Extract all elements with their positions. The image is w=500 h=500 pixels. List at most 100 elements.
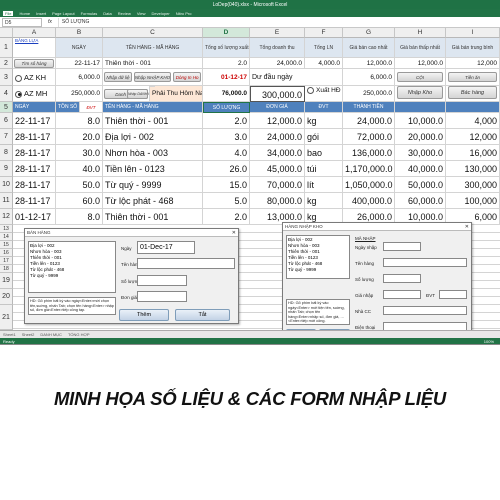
so-luong-input[interactable] <box>383 274 421 283</box>
bac-hang-button[interactable]: Bác hàng <box>448 86 497 99</box>
table-cell-b[interactable]: 8.0 <box>56 209 103 225</box>
link-bang-lua[interactable]: BẢNG LỰA <box>13 38 56 58</box>
table-cell-f[interactable]: lít <box>305 177 343 193</box>
table-cell-a[interactable]: 28-11-17 <box>13 145 56 161</box>
table-cell-b[interactable]: 30.0 <box>56 145 103 161</box>
table-cell-a[interactable]: 22-11-17 <box>13 113 56 129</box>
column-header-f[interactable]: F <box>305 28 343 38</box>
table-cell-b[interactable]: 60.0 <box>56 193 103 209</box>
table-cell-e[interactable]: 45,000.0 <box>250 161 305 177</box>
row-header[interactable]: 7 <box>0 129 13 145</box>
nhap-du-lieu-button[interactable]: Nhập dữ liệ <box>104 72 132 82</box>
ribbon-tab-developer[interactable]: Developer <box>151 11 169 16</box>
ribbon-tab-view[interactable]: View <box>137 11 146 16</box>
list-item[interactable]: Từ quý - 9999 <box>30 273 114 279</box>
column-header-i[interactable]: I <box>446 28 500 38</box>
table-cell-i[interactable]: 12,000 <box>446 129 500 145</box>
table-cell-h[interactable]: 60,000.0 <box>395 193 446 209</box>
coi-button[interactable]: CỘI <box>397 72 443 82</box>
row-header[interactable]: 12 <box>0 209 13 225</box>
sheet-tab[interactable]: TỔNG HỢP <box>68 332 90 337</box>
table-cell-c[interactable]: Địa lợi - 002 <box>103 129 203 145</box>
row-header[interactable]: 2 <box>0 58 13 69</box>
ribbon-tab-nitro[interactable]: Nitro Pro <box>176 11 192 16</box>
table-cell-a[interactable]: 01-12-17 <box>13 209 56 225</box>
table-cell-i[interactable]: 130,000 <box>446 161 500 177</box>
gia-nhap-input[interactable] <box>383 290 421 299</box>
table-cell-d[interactable]: 2.0 <box>203 113 250 129</box>
table-cell-b[interactable]: 50.0 <box>56 177 103 193</box>
row-header[interactable]: 3 <box>0 69 13 86</box>
radio-az-mh[interactable]: AZ MH <box>13 86 56 102</box>
table-cell-d[interactable]: 2.0 <box>203 209 250 225</box>
table-cell-d[interactable]: 4.0 <box>203 145 250 161</box>
table-cell-i[interactable]: 16,000 <box>446 145 500 161</box>
tim-so-hang-button[interactable]: Tìm số hàng <box>14 59 54 68</box>
table-cell-b[interactable]: 8.0 <box>56 113 103 129</box>
table-cell-g[interactable]: 1,170,000.0 <box>343 161 395 177</box>
ribbon-tab-file[interactable]: File <box>3 10 14 16</box>
dvt-select[interactable] <box>439 290 467 299</box>
row-header[interactable]: 13 <box>0 225 13 233</box>
table-cell-f[interactable]: kg <box>305 113 343 129</box>
row-header[interactable]: 5 <box>0 102 13 113</box>
dong-in-ho-button[interactable]: Dòng In Ho <box>173 72 202 82</box>
table-cell-c[interactable]: Từ quý - 9999 <box>103 177 203 193</box>
table-cell-b[interactable]: 40.0 <box>56 161 103 177</box>
table-cell-a[interactable]: 28-11-17 <box>13 161 56 177</box>
sheet-tab[interactable]: DANH MỤC <box>40 332 62 337</box>
table-cell-a[interactable]: 28-11-17 <box>13 193 56 209</box>
table-cell-h[interactable]: 40,000.0 <box>395 161 446 177</box>
formula-input[interactable]: SỐ LƯỢNG <box>57 17 500 27</box>
ban-hang-listbox[interactable]: Địa lợi - 002 Nhơn hòa - 003 Thiên thời … <box>28 241 116 293</box>
table-cell-e[interactable]: 70,000.0 <box>250 177 305 193</box>
row-header[interactable]: 20 <box>0 289 13 305</box>
table-cell-f[interactable]: gói <box>305 129 343 145</box>
them-button[interactable]: Thêm <box>119 309 169 321</box>
nha-cc-input[interactable] <box>383 306 467 315</box>
table-cell-i[interactable]: 300,000 <box>446 177 500 193</box>
ten-hang-input[interactable] <box>383 258 467 267</box>
list-item[interactable]: Từ quý - 9999 <box>288 267 348 273</box>
row-header[interactable]: 16 <box>0 249 13 257</box>
table-cell-g[interactable]: 72,000.0 <box>343 129 395 145</box>
table-cell-e[interactable]: 34,000.0 <box>250 145 305 161</box>
column-header-b[interactable]: B <box>56 28 103 38</box>
table-cell-i[interactable]: 4,000 <box>446 113 500 129</box>
ngay-nhap-input[interactable] <box>383 242 421 251</box>
row-header[interactable]: 6 <box>0 113 13 129</box>
du-dau-ngay-value[interactable]: 300,000.0 <box>250 86 305 102</box>
table-cell-h[interactable]: 10,000.0 <box>395 113 446 129</box>
row-header[interactable]: 15 <box>0 241 13 249</box>
table-cell-b[interactable]: 20.0 <box>56 129 103 145</box>
table-cell-f[interactable]: túi <box>305 161 343 177</box>
row-header[interactable]: 19 <box>0 273 13 289</box>
ribbon-tab-data[interactable]: Data <box>103 11 111 16</box>
table-cell-a[interactable]: 28-11-17 <box>13 129 56 145</box>
ribbon-tab-formulas[interactable]: Formulas <box>81 11 98 16</box>
select-all-corner[interactable] <box>0 28 13 38</box>
don-gia-input[interactable] <box>137 291 187 302</box>
table-cell-d[interactable]: 3.0 <box>203 129 250 145</box>
so-luong-input[interactable] <box>137 275 187 286</box>
nhap-nhap-kho-button[interactable]: Nhập NHẬP KHO <box>133 72 172 82</box>
column-header-a[interactable]: A <box>13 28 56 38</box>
close-icon[interactable]: ✕ <box>465 223 469 231</box>
table-cell-h[interactable]: 20,000.0 <box>395 129 446 145</box>
ribbon-tab-page-layout[interactable]: Page Layout <box>52 11 74 16</box>
row-header[interactable]: 1 <box>0 38 13 58</box>
nhap-kho-button[interactable]: Nhập Kho <box>397 86 443 99</box>
column-header-h[interactable]: H <box>395 28 446 38</box>
table-cell-h[interactable]: 50,000.0 <box>395 177 446 193</box>
tat-button[interactable]: Tắt <box>175 309 230 321</box>
table-cell-e[interactable]: 24,000.0 <box>250 129 305 145</box>
radio-xuat-hd[interactable]: Xuất HĐ <box>305 80 343 102</box>
column-header-g[interactable]: G <box>343 28 395 38</box>
row-header[interactable]: 14 <box>0 233 13 241</box>
zoom-level[interactable]: 100% <box>484 338 494 344</box>
nhap-danh-hang-button[interactable]: Nhập DANH HÀNG <box>127 89 149 99</box>
table-cell-a[interactable]: 28-11-17 <box>13 177 56 193</box>
table-cell-c[interactable]: Thiên thời - 001 <box>103 209 203 225</box>
table-cell-c[interactable]: Nhơn hòa - 003 <box>103 145 203 161</box>
table-cell-f[interactable]: kg <box>305 193 343 209</box>
